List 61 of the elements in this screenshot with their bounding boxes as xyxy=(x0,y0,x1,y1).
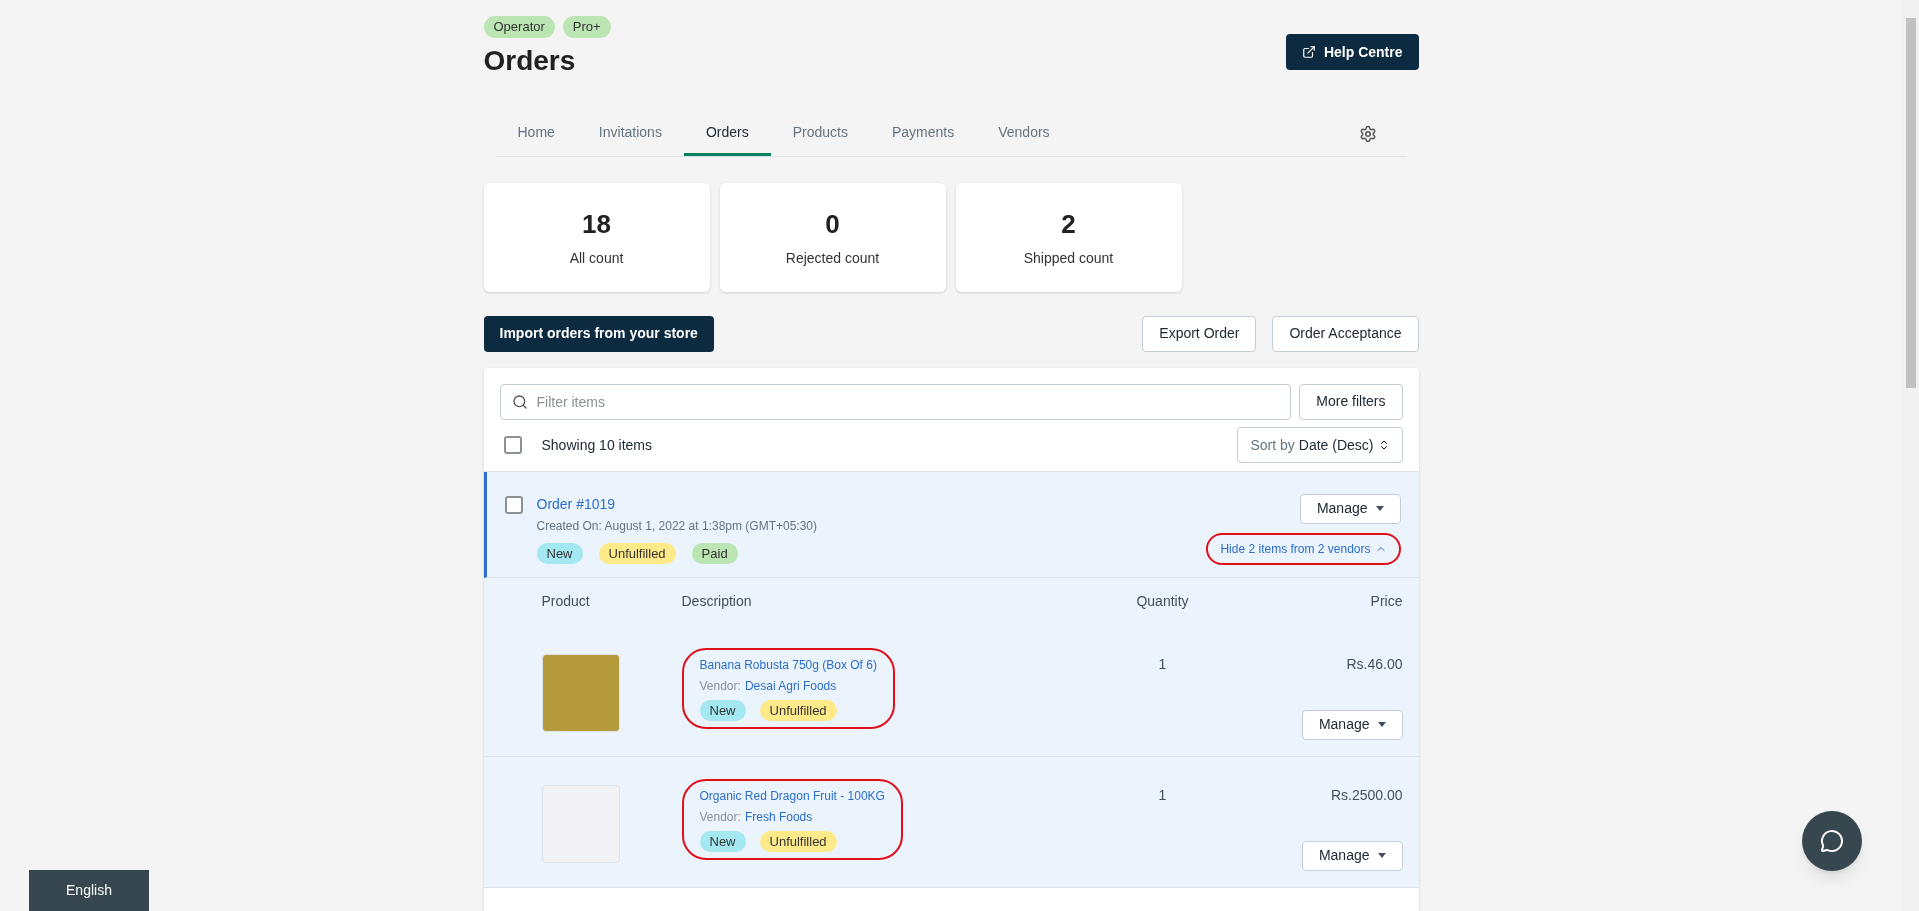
stat-value: 18 xyxy=(582,208,611,241)
price-cell-text: Rs.46.00 xyxy=(1346,654,1403,674)
settings-icon[interactable] xyxy=(1358,124,1377,143)
showing-count: Showing 10 items xyxy=(541,435,652,455)
help-centre-button[interactable]: Help Centre xyxy=(1285,34,1419,70)
search-icon xyxy=(511,393,528,410)
stat-value: 0 xyxy=(825,208,840,241)
action-button[interactable]: Export Order xyxy=(1142,315,1257,352)
vendor-link[interactable]: Fresh Foods xyxy=(744,807,813,826)
chat-bubble-icon xyxy=(1820,829,1844,853)
vendor-label: Vendor: xyxy=(699,808,741,826)
language-button[interactable]: English xyxy=(29,870,149,911)
status-tag: New xyxy=(699,830,746,852)
checkbox[interactable] xyxy=(504,495,523,514)
column-header: Price xyxy=(1369,592,1403,611)
nav-tab[interactable]: Payments xyxy=(869,111,977,156)
page-title: Orders xyxy=(483,43,577,78)
stat-label: Rejected count xyxy=(785,249,880,268)
price-cell-text: Rs.2500.00 xyxy=(1330,785,1403,805)
product-link[interactable]: Banana Robusta 750g (Box Of 6) xyxy=(699,655,877,674)
quantity-cell-text: 1 xyxy=(1157,654,1168,674)
role-badge: Operator xyxy=(483,16,555,38)
stat-label: All count xyxy=(569,249,624,268)
nav-tab[interactable]: Invitations xyxy=(576,111,684,156)
status-tag: Unfulfilled xyxy=(759,830,837,852)
manage-button[interactable]: Manage xyxy=(1301,840,1403,871)
external-link-icon xyxy=(1301,45,1316,59)
caret-down-icon xyxy=(1377,722,1386,727)
caret-down-icon xyxy=(1377,853,1386,858)
hide-items-link[interactable]: Hide 2 items from 2 vendors xyxy=(1206,532,1401,565)
vendor-link[interactable]: Desai Agri Foods xyxy=(744,676,837,695)
nav-tab[interactable]: Vendors xyxy=(976,111,1072,156)
status-tag: Paid xyxy=(691,542,738,564)
vendor-label: Vendor: xyxy=(699,677,741,695)
nav-tab[interactable]: Orders xyxy=(683,111,771,156)
column-header: Description xyxy=(681,592,753,611)
nav-tab[interactable]: Home xyxy=(495,111,577,156)
filter-field[interactable]: Filter items xyxy=(499,383,1292,420)
status-tag: Unfulfilled xyxy=(598,542,676,564)
sort-select[interactable]: Sort by Date (Desc) xyxy=(1237,427,1403,463)
manage-button[interactable]: Manage xyxy=(1301,709,1403,740)
status-tag: New xyxy=(536,542,583,564)
column-header: Quantity xyxy=(1135,592,1190,611)
status-tag: Unfulfilled xyxy=(759,699,837,721)
more-filters-button[interactable]: More filters xyxy=(1299,383,1403,420)
quantity-cell-text: 1 xyxy=(1157,785,1168,805)
order-link[interactable]: Order #1019 xyxy=(536,493,1207,515)
stat-value: 2 xyxy=(1061,208,1076,241)
role-badge: Pro+ xyxy=(562,16,611,38)
stat-label: Shipped count xyxy=(1023,249,1114,268)
status-tag: New xyxy=(699,699,746,721)
product-link[interactable]: Organic Red Dragon Fruit - 100KG xyxy=(699,786,885,805)
checkbox[interactable] xyxy=(503,436,522,454)
chat-button[interactable] xyxy=(1802,811,1862,871)
created-date: Created On: August 1, 2022 at 1:38pm (GMT+05:30) xyxy=(536,517,818,535)
nav-tab[interactable]: Products xyxy=(770,111,870,156)
manage-button[interactable]: Manage xyxy=(1299,493,1401,524)
caret-down-icon xyxy=(1375,506,1384,511)
action-button[interactable]: Order Acceptance xyxy=(1272,315,1419,352)
import-orders-button[interactable]: Import orders from your store xyxy=(483,315,714,352)
column-header: Product xyxy=(541,592,591,611)
